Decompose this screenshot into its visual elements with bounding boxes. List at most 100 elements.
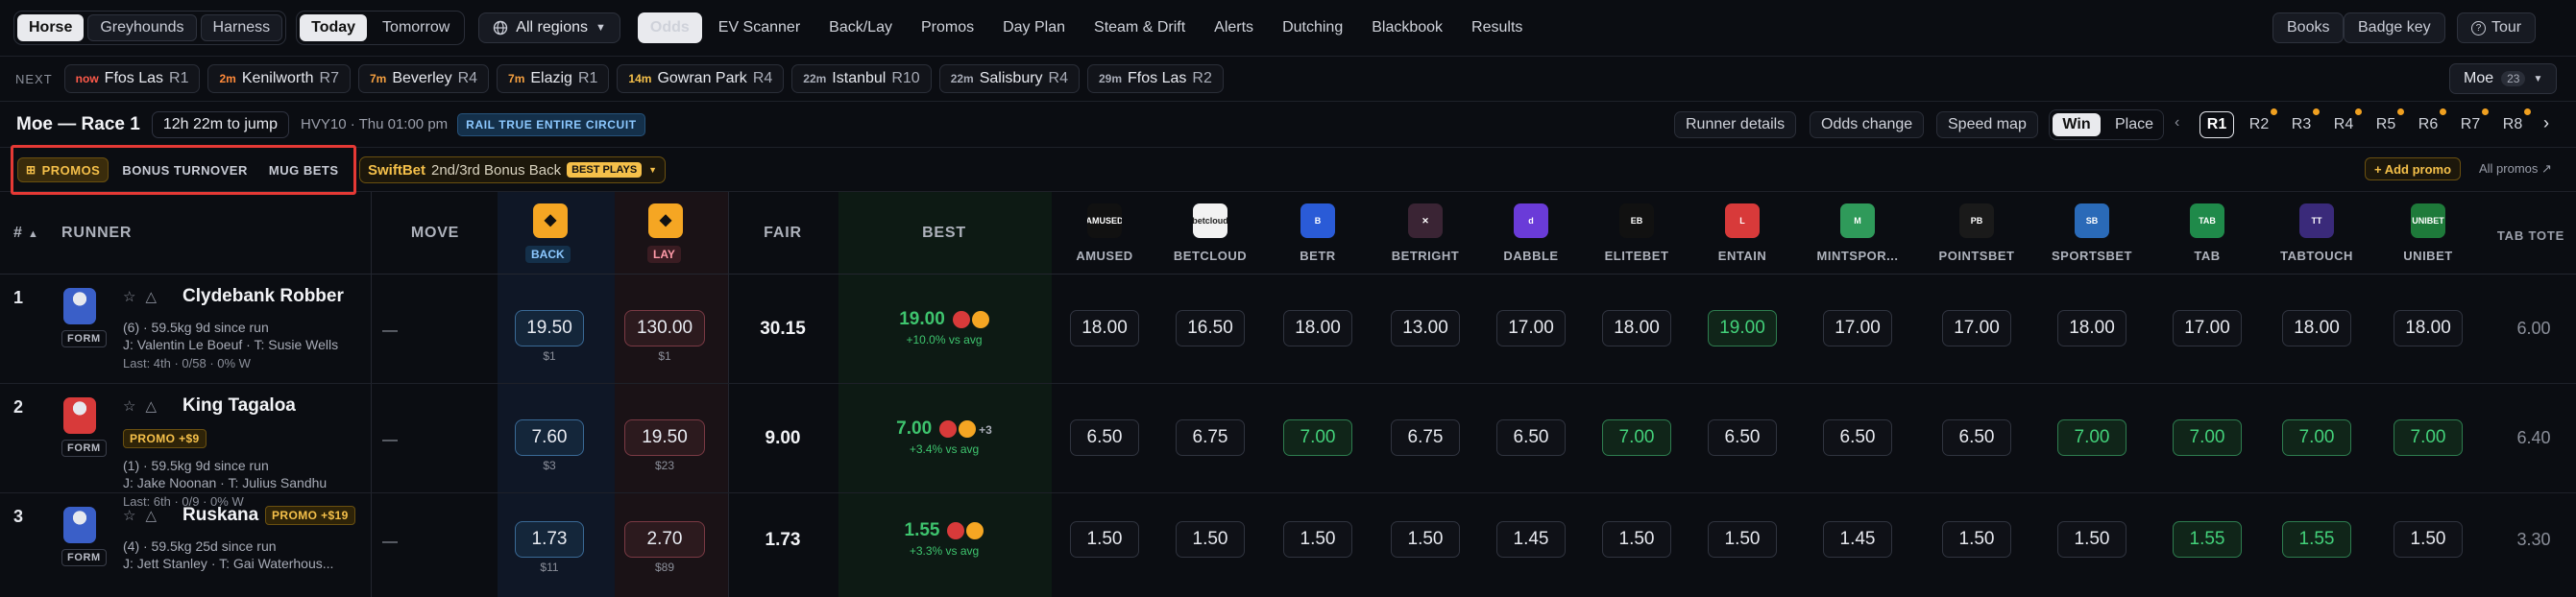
bookmaker-odds-button[interactable]: 1.45 (1823, 521, 1892, 558)
bookmaker-odds-button[interactable]: 1.50 (2394, 521, 2463, 558)
code-horse-button[interactable]: Horse (17, 14, 85, 41)
race-tab-r1[interactable]: R1 (2199, 111, 2234, 138)
bookmaker-name[interactable]: ELITEBET (1584, 249, 1689, 263)
nav-odds[interactable]: Odds (637, 12, 702, 43)
next-race-chip[interactable]: 29m Ffos Las R2 (1087, 64, 1224, 93)
bookmaker-odds-button[interactable]: 18.00 (1070, 310, 1139, 346)
bookmaker-odds-button[interactable]: 17.00 (2173, 310, 2242, 346)
bookmaker-odds-button[interactable]: 6.75 (1391, 419, 1460, 456)
next-race-chip[interactable]: now Ffos Las R1 (63, 64, 201, 93)
form-button[interactable]: FORM (61, 330, 107, 347)
bookmaker-odds-button[interactable]: 18.00 (2057, 310, 2126, 346)
bookmaker-odds-button[interactable]: 1.50 (1942, 521, 2011, 558)
all-promos-link[interactable]: All promos ↗ (2479, 161, 2552, 177)
bookmaker-odds-button[interactable]: 18.00 (1283, 310, 1352, 346)
next-race-chip[interactable]: 22m Istanbul R10 (791, 64, 932, 93)
bookmaker-odds-button[interactable]: 1.50 (1070, 521, 1139, 558)
code-harness-button[interactable]: Harness (200, 14, 283, 41)
win-toggle[interactable]: Win (2053, 113, 2101, 136)
bookmaker-name[interactable]: TABTOUCH (2264, 249, 2369, 263)
race-tab-r8[interactable]: R8 (2495, 108, 2531, 138)
speed-map-button[interactable]: Speed map (1936, 111, 2038, 138)
next-race-chip[interactable]: 7m Beverley R4 (357, 64, 490, 93)
back-odds-button[interactable]: 1.73 (515, 521, 584, 558)
runner-name[interactable]: Clydebank Robber (182, 286, 344, 307)
bookmaker-name[interactable]: AMUSED (1052, 249, 1157, 263)
num-header[interactable]: # ▲ (13, 225, 39, 242)
chevron-left-icon[interactable]: ‹ (2175, 114, 2179, 131)
bookmaker-odds-button[interactable]: 6.50 (1496, 419, 1566, 456)
bookmaker-odds-button[interactable]: 1.50 (1602, 521, 1671, 558)
form-button[interactable]: FORM (61, 549, 107, 566)
odds-change-button[interactable]: Odds change (1810, 111, 1925, 138)
bookmaker-odds-button[interactable]: 17.00 (1496, 310, 1566, 346)
bookmaker-name[interactable]: BETRIGHT (1373, 249, 1478, 263)
star-icon[interactable]: ☆ (123, 398, 135, 415)
bookmaker-odds-button[interactable]: 1.45 (1496, 521, 1566, 558)
place-toggle[interactable]: Place (2107, 113, 2161, 136)
bookmaker-odds-button[interactable]: 7.00 (1283, 419, 1352, 456)
bell-icon[interactable]: △ (145, 398, 157, 415)
lay-odds-button[interactable]: 19.50 (624, 419, 705, 456)
region-dropdown[interactable]: All regions ▼ (478, 12, 620, 43)
bookmaker-name[interactable]: ENTAIN (1689, 249, 1795, 263)
race-tab-r6[interactable]: R6 (2411, 108, 2446, 138)
bookmaker-name[interactable]: UNIBET (2375, 249, 2481, 263)
lay-odds-button[interactable]: 130.00 (624, 310, 705, 346)
bookmaker-odds-button[interactable]: 1.50 (1283, 521, 1352, 558)
bookmaker-odds-button[interactable]: 7.00 (2173, 419, 2242, 456)
promo-badge[interactable]: PROMO +$9 (123, 429, 207, 448)
race-tab-r4[interactable]: R4 (2326, 108, 2362, 138)
bookmaker-name[interactable]: BETR (1265, 249, 1371, 263)
back-odds-button[interactable]: 7.60 (515, 419, 584, 456)
bookmaker-odds-button[interactable]: 6.50 (1823, 419, 1892, 456)
books-button[interactable]: Books (2272, 12, 2345, 43)
chevron-right-icon[interactable]: › (2543, 113, 2549, 133)
venue-select[interactable]: Moe 23 ▼ (2449, 63, 2558, 94)
runner-name[interactable]: King Tagaloa (182, 395, 296, 417)
back-odds-button[interactable]: 19.50 (515, 310, 584, 346)
race-tab-r7[interactable]: R7 (2453, 108, 2489, 138)
next-race-chip[interactable]: 22m Salisbury R4 (938, 64, 1080, 93)
form-button[interactable]: FORM (61, 440, 107, 457)
nav-ev-scanner[interactable]: EV Scanner (706, 12, 813, 43)
bookmaker-odds-button[interactable]: 7.00 (2057, 419, 2126, 456)
bookmaker-odds-button[interactable]: 6.50 (1708, 419, 1777, 456)
bookmaker-odds-button[interactable]: 17.00 (1942, 310, 2011, 346)
promo-badge[interactable]: PROMO +$19 (265, 506, 355, 525)
bookmaker-odds-button[interactable]: 16.50 (1176, 310, 1245, 346)
bookmaker-name[interactable]: TAB (2154, 249, 2260, 263)
nav-blackbook[interactable]: Blackbook (1359, 12, 1455, 43)
bookmaker-odds-button[interactable]: 17.00 (1823, 310, 1892, 346)
code-greyhounds-button[interactable]: Greyhounds (87, 14, 197, 41)
next-race-chip[interactable]: 7m Elazig R1 (497, 64, 610, 93)
bookmaker-odds-button[interactable]: 19.00 (1708, 310, 1777, 346)
bookmaker-odds-button[interactable]: 6.50 (1942, 419, 2011, 456)
bookmaker-odds-button[interactable]: 18.00 (2394, 310, 2463, 346)
nav-alerts[interactable]: Alerts (1202, 12, 1266, 43)
bookmaker-name[interactable]: BETCLOUD (1157, 249, 1263, 263)
bookmaker-odds-button[interactable]: 1.50 (1708, 521, 1777, 558)
nav-back-lay[interactable]: Back/Lay (816, 12, 905, 43)
bell-icon[interactable]: △ (145, 508, 157, 524)
race-tab-r2[interactable]: R2 (2242, 108, 2277, 138)
bookmaker-name[interactable]: SPORTSBET (2039, 249, 2145, 263)
bookmaker-odds-button[interactable]: 6.50 (1070, 419, 1139, 456)
runner-name[interactable]: Ruskana (182, 505, 258, 526)
bookmaker-odds-button[interactable]: 7.00 (2394, 419, 2463, 456)
nav-day-plan[interactable]: Day Plan (990, 12, 1078, 43)
bookmaker-odds-button[interactable]: 7.00 (2282, 419, 2351, 456)
next-race-chip[interactable]: 2m Kenilworth R7 (207, 64, 351, 93)
bookmaker-odds-button[interactable]: 18.00 (2282, 310, 2351, 346)
bell-icon[interactable]: △ (145, 289, 157, 305)
tour-button[interactable]: ? Tour (2457, 12, 2537, 43)
runner-details-button[interactable]: Runner details (1674, 111, 1797, 138)
next-race-chip[interactable]: 14m Gowran Park R4 (617, 64, 785, 93)
swiftbet-promo-chip[interactable]: SwiftBet 2nd/3rd Bonus Back BEST PLAYS ▼ (359, 156, 667, 183)
lay-odds-button[interactable]: 2.70 (624, 521, 705, 558)
bookmaker-odds-button[interactable]: 7.00 (1602, 419, 1671, 456)
race-tab-r3[interactable]: R3 (2284, 108, 2320, 138)
nav-results[interactable]: Results (1459, 12, 1535, 43)
bookmaker-name[interactable]: DABBLE (1478, 249, 1584, 263)
bookmaker-odds-button[interactable]: 1.50 (1391, 521, 1460, 558)
